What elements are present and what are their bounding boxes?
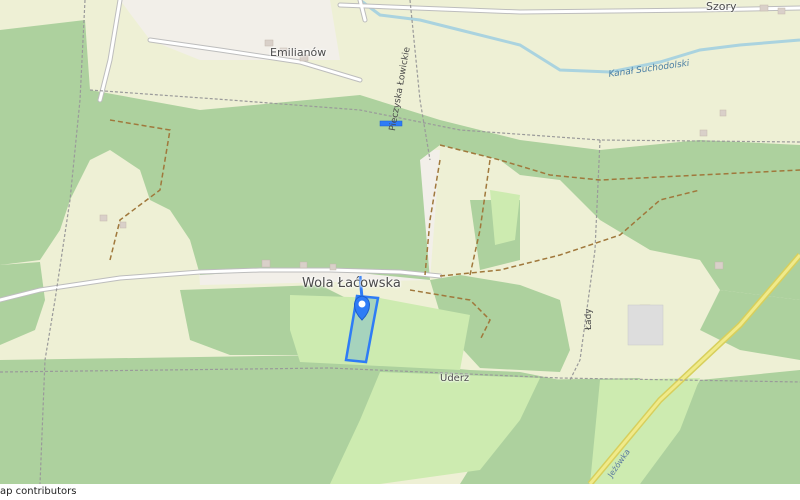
map-view[interactable]: Emilianów Szory Wola Łaćowska Kanał Such… <box>0 0 800 500</box>
label-village-north: Emilianów <box>270 46 327 59</box>
label-village-main: Wola Łaćowska <box>302 276 401 291</box>
industrial-area <box>627 304 664 346</box>
label-road-lady: Łady <box>584 308 594 330</box>
map-attribution: ap contributors <box>0 484 800 500</box>
label-place-uderz: Uderz <box>440 373 470 384</box>
label-village-ne: Szory <box>706 0 737 13</box>
